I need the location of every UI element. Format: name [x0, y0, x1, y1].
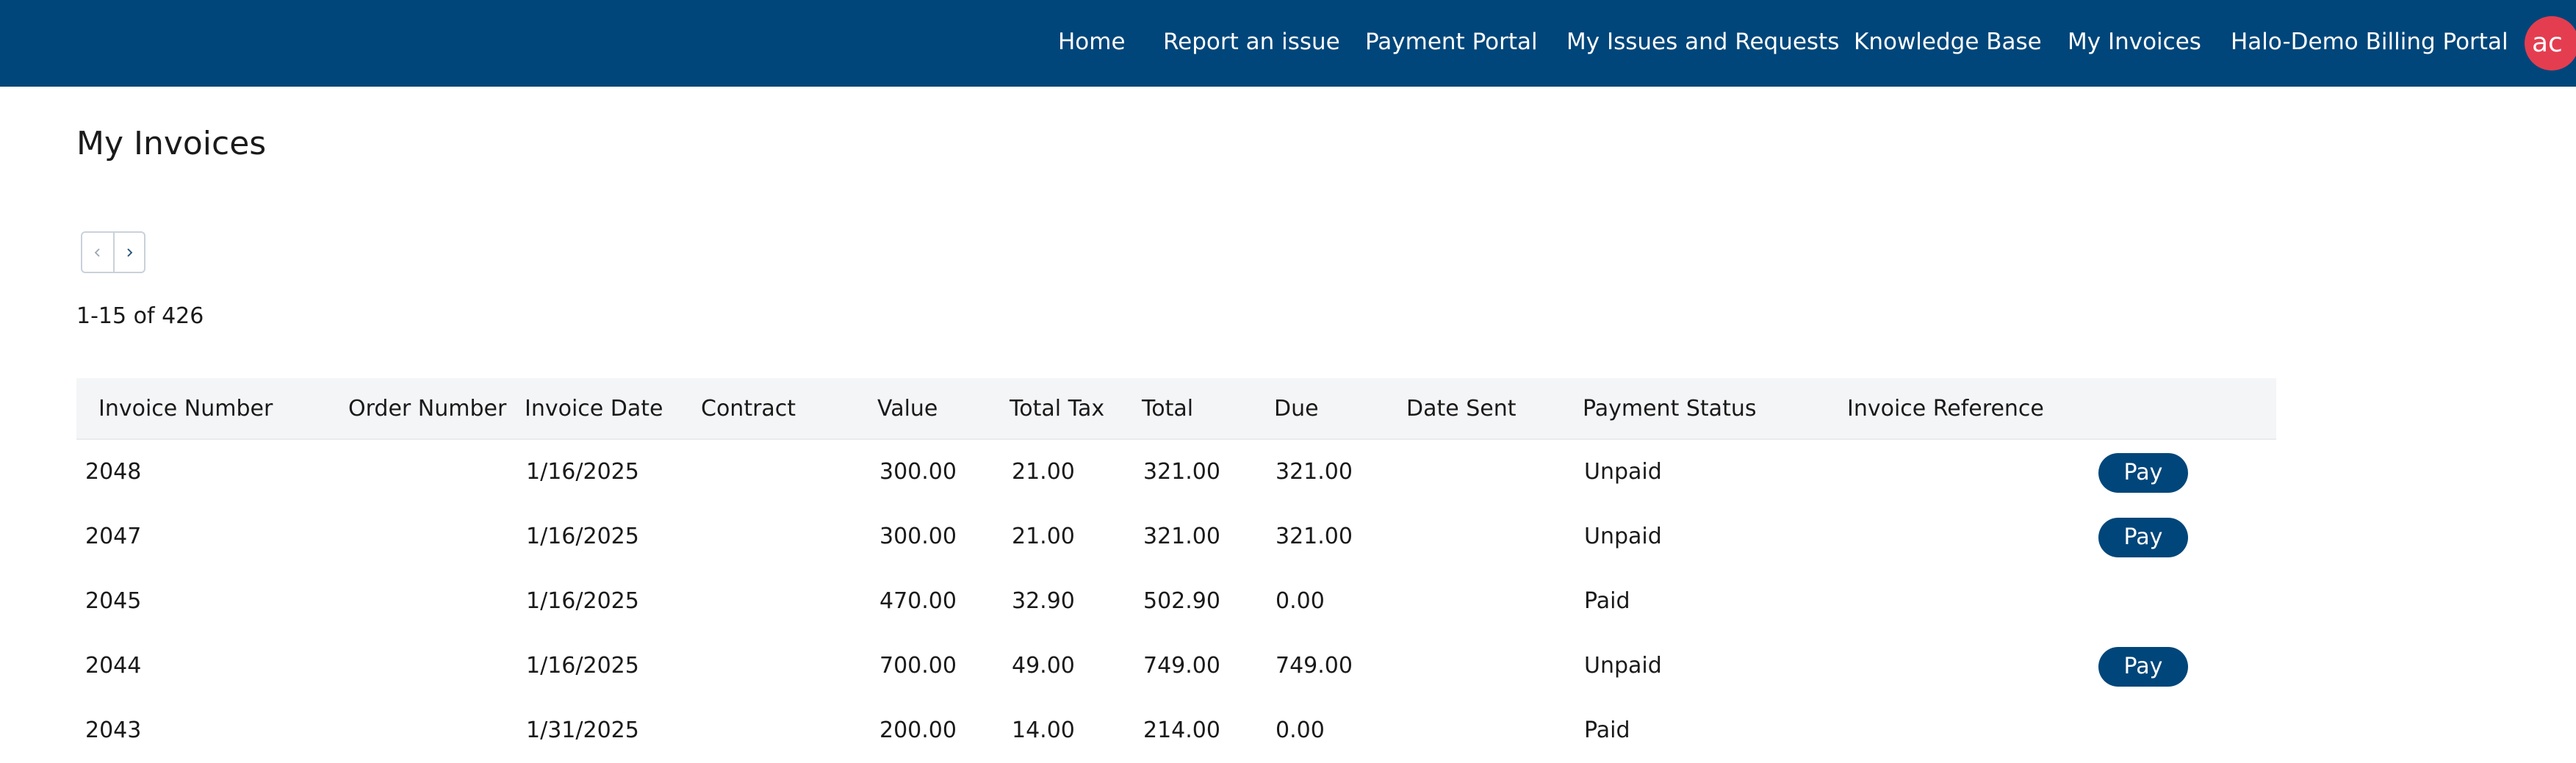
cell-total-tax: 32.90 — [1012, 588, 1075, 614]
col-header-contract[interactable]: Contract — [701, 378, 796, 440]
cell-invoice-date: 1/16/2025 — [526, 524, 639, 549]
nav-payment-portal-link[interactable]: Payment Portal — [1365, 0, 1538, 87]
nav-knowledge-base-link[interactable]: Knowledge Base — [1854, 0, 2042, 87]
nav-billing-portal-link[interactable]: Halo-Demo Billing Portal — [2231, 0, 2508, 87]
nav-report-issue-link[interactable]: Report an issue — [1163, 0, 1340, 87]
cell-value: 300.00 — [879, 524, 957, 549]
cell-due: 0.00 — [1276, 588, 1325, 614]
chevron-left-icon — [94, 247, 100, 257]
pagination-control — [81, 231, 145, 273]
cell-value: 200.00 — [879, 717, 957, 743]
col-header-invoice-number[interactable]: Invoice Number — [98, 378, 273, 440]
cell-total: 749.00 — [1143, 653, 1220, 679]
col-header-date-sent[interactable]: Date Sent — [1406, 378, 1517, 440]
cell-total: 321.00 — [1143, 459, 1220, 485]
cell-value: 700.00 — [879, 653, 957, 679]
col-header-invoice-date[interactable]: Invoice Date — [525, 378, 663, 440]
pay-button[interactable]: Pay — [2098, 647, 2188, 687]
cell-total-tax: 49.00 — [1012, 653, 1075, 679]
cell-invoice-date: 1/16/2025 — [526, 653, 639, 679]
table-row[interactable]: 2045 1/16/2025 470.00 32.90 502.90 0.00 … — [76, 569, 2276, 634]
col-header-total[interactable]: Total — [1142, 378, 1193, 440]
cell-invoice-number: 2045 — [85, 588, 142, 614]
cell-total-tax: 14.00 — [1012, 717, 1075, 743]
table-row[interactable]: 2044 1/16/2025 700.00 49.00 749.00 749.0… — [76, 634, 2276, 698]
cell-due: 0.00 — [1276, 717, 1325, 743]
cell-total-tax: 21.00 — [1012, 459, 1075, 485]
cell-total: 214.00 — [1143, 717, 1220, 743]
col-header-order-number[interactable]: Order Number — [348, 378, 506, 440]
cell-due: 749.00 — [1276, 653, 1353, 679]
cell-payment-status: Unpaid — [1584, 459, 1662, 485]
nav-home-link[interactable]: Home — [1058, 0, 1126, 87]
cell-payment-status: Paid — [1584, 717, 1630, 743]
cell-invoice-date: 1/16/2025 — [526, 459, 639, 485]
pager-prev-button[interactable] — [82, 233, 113, 272]
cell-invoice-date: 1/16/2025 — [526, 588, 639, 614]
pay-button[interactable]: Pay — [2098, 518, 2188, 557]
user-avatar[interactable]: ac — [2525, 16, 2576, 70]
cell-payment-status: Unpaid — [1584, 653, 1662, 679]
cell-total: 502.90 — [1143, 588, 1220, 614]
cell-due: 321.00 — [1276, 459, 1353, 485]
cell-total: 321.00 — [1143, 524, 1220, 549]
cell-due: 321.00 — [1276, 524, 1353, 549]
cell-total-tax: 21.00 — [1012, 524, 1075, 549]
cell-payment-status: Paid — [1584, 588, 1630, 614]
cell-invoice-number: 2044 — [85, 653, 142, 679]
table-header: Invoice Number Order Number Invoice Date… — [76, 378, 2276, 440]
pay-button[interactable]: Pay — [2098, 453, 2188, 493]
results-range-label: 1-15 of 426 — [76, 303, 204, 329]
table-row[interactable]: 2047 1/16/2025 300.00 21.00 321.00 321.0… — [76, 505, 2276, 569]
col-header-value[interactable]: Value — [877, 378, 938, 440]
cell-invoice-number: 2047 — [85, 524, 142, 549]
col-header-payment-status[interactable]: Payment Status — [1583, 378, 1756, 440]
cell-value: 300.00 — [879, 459, 957, 485]
nav-my-invoices-link[interactable]: My Invoices — [2068, 0, 2201, 87]
cell-payment-status: Unpaid — [1584, 524, 1662, 549]
col-header-total-tax[interactable]: Total Tax — [1010, 378, 1104, 440]
cell-invoice-number: 2043 — [85, 717, 142, 743]
table-row[interactable]: 2048 1/16/2025 300.00 21.00 321.00 321.0… — [76, 440, 2276, 505]
page-title: My Invoices — [76, 125, 267, 162]
top-nav-bar: Home Report an issue Payment Portal My I… — [0, 0, 2576, 87]
table-row[interactable]: 2043 1/31/2025 200.00 14.00 214.00 0.00 … — [76, 698, 2276, 763]
chevron-right-icon — [127, 247, 133, 257]
cell-value: 470.00 — [879, 588, 957, 614]
cell-invoice-date: 1/31/2025 — [526, 717, 639, 743]
pager-next-button[interactable] — [113, 233, 144, 272]
cell-invoice-number: 2048 — [85, 459, 142, 485]
col-header-due[interactable]: Due — [1274, 378, 1319, 440]
col-header-invoice-reference[interactable]: Invoice Reference — [1847, 378, 2044, 440]
nav-my-issues-link[interactable]: My Issues and Requests — [1566, 0, 1839, 87]
